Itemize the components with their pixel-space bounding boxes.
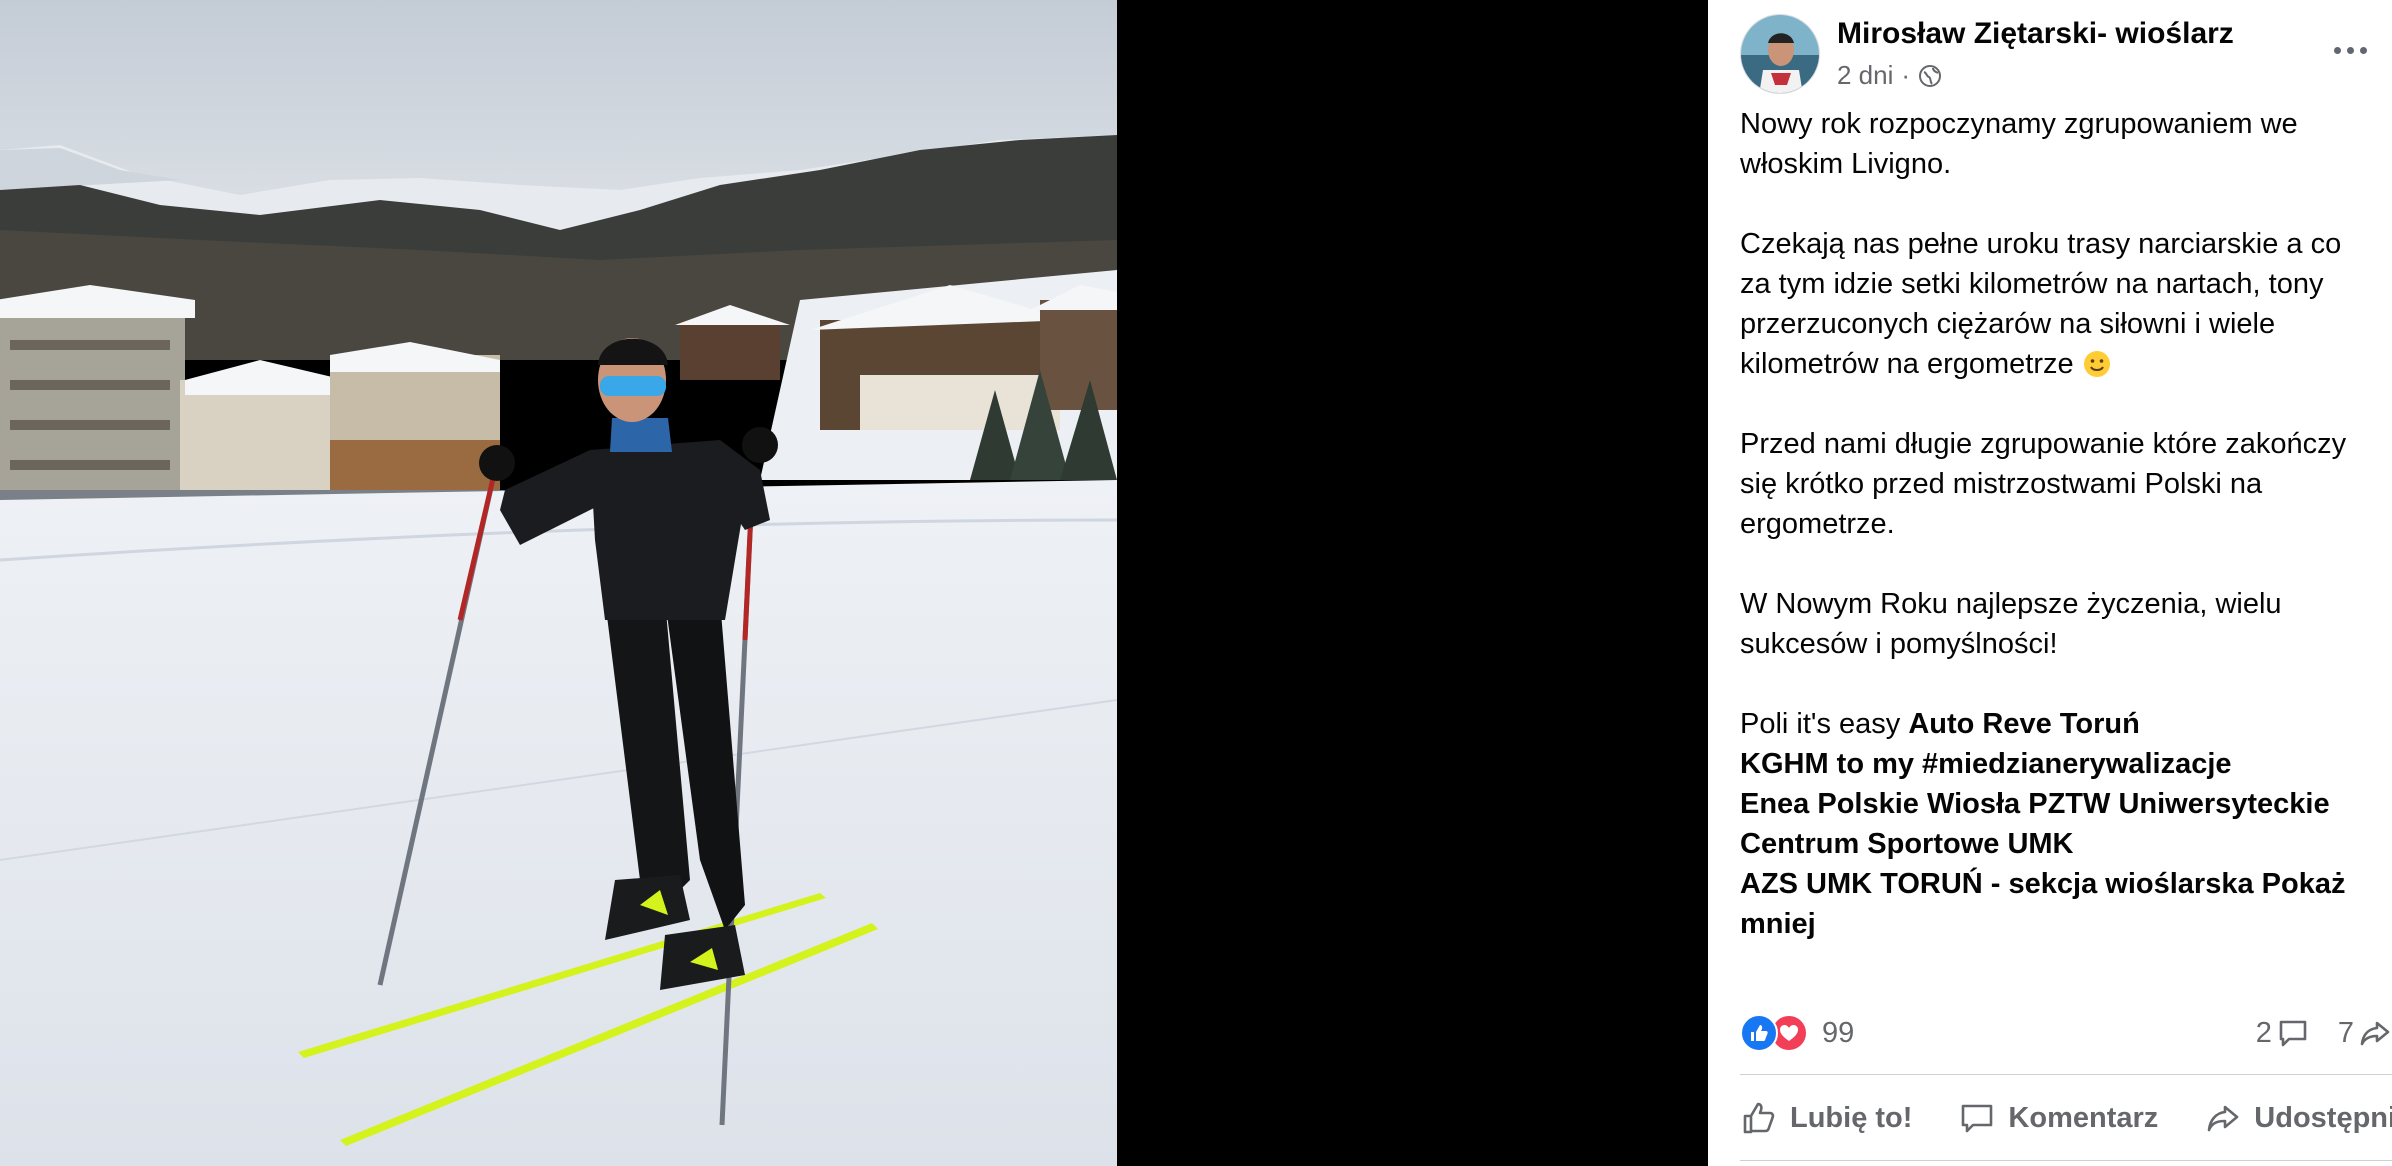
post-time[interactable]: 2 dni (1837, 60, 1893, 91)
share-icon (2207, 1105, 2239, 1132)
smile-emoji-icon (2083, 351, 2110, 377)
divider (1740, 1074, 2392, 1075)
comment-label: Komentarz (2008, 1101, 2159, 1134)
tag-enea-cont[interactable]: Centrum Sportowe UMK (1740, 828, 2074, 860)
comment-bubble-icon (2279, 1020, 2307, 1047)
tag-auto-reve[interactable]: Auto Reve Toruń (1908, 708, 2139, 740)
post-text: Nowy rok rozpoczynamy zgrupowaniem we wł… (1740, 104, 2392, 944)
like-label: Lubię to! (1790, 1101, 1913, 1134)
reactions-summary[interactable]: 99 (1740, 1012, 1854, 1054)
meta-separator: · (1901, 60, 1911, 90)
show-less-link-cont[interactable]: mniej (1740, 908, 1816, 940)
author-avatar[interactable] (1740, 14, 1820, 94)
post-side-panel: Mirosław Ziętarski- wioślarz 2 dni · Now… (1708, 0, 2392, 1166)
sponsor-prefix: Poli it's easy (1740, 708, 1909, 740)
paragraph-3: Przed nami długie zgrupowanie które zako… (1740, 428, 2347, 540)
share-arrow-icon (2360, 1021, 2390, 1046)
dot-icon (2346, 46, 2354, 54)
like-button[interactable]: Lubię to! (1740, 1099, 1912, 1137)
dot-icon (2359, 46, 2367, 54)
post-meta: 2 dni · (1837, 60, 1942, 91)
comment-button[interactable]: Komentarz (1958, 1099, 2158, 1137)
reactions-count: 99 (1822, 1016, 1855, 1049)
divider-bottom (1740, 1160, 2392, 1161)
paragraph-4: W Nowym Roku najlepsze życzenia, wielu s… (1740, 588, 2282, 660)
more-options-button[interactable] (2320, 30, 2380, 70)
comments-count-link[interactable]: 2 (2256, 1016, 2310, 1050)
tag-enea[interactable]: Enea Polskie Wiosła PZTW Uniwersyteckie (1740, 788, 2330, 820)
photo-viewer (0, 0, 1708, 1166)
show-less-link[interactable]: Pokaż (2262, 868, 2346, 900)
globe-icon (1919, 64, 1942, 87)
share-button[interactable]: Udostępnij (2204, 1099, 2392, 1137)
paragraph-2: Czekają nas pełne uroku trasy narciarski… (1740, 228, 2342, 380)
share-label: Udostępnij (2254, 1101, 2392, 1134)
post-actions-bar: Lubię to! Komentarz Udostępnij (1740, 1090, 2392, 1146)
shares-count-link[interactable]: 7 (2338, 1016, 2392, 1050)
post-photo[interactable] (0, 0, 1117, 1166)
tag-kghm[interactable]: KGHM to my #miedzianerywalizacje (1740, 748, 2232, 780)
sponsors-paragraph: Poli it's easy Auto Reve Toruń KGHM to m… (1740, 704, 2392, 944)
like-reaction-icon (1740, 1014, 1778, 1052)
comment-icon (1962, 1104, 1993, 1133)
engagement-counts: 2 7 (2256, 1012, 2392, 1054)
author-name[interactable]: Mirosław Ziętarski- wioślarz (1837, 17, 2234, 51)
thumbs-up-icon (1743, 1102, 1775, 1134)
tag-azs[interactable]: AZS UMK TORUŃ - sekcja wioślarska (1740, 868, 2254, 900)
paragraph-1: Nowy rok rozpoczynamy zgrupowaniem we wł… (1740, 108, 2298, 180)
dot-icon (2333, 46, 2341, 54)
